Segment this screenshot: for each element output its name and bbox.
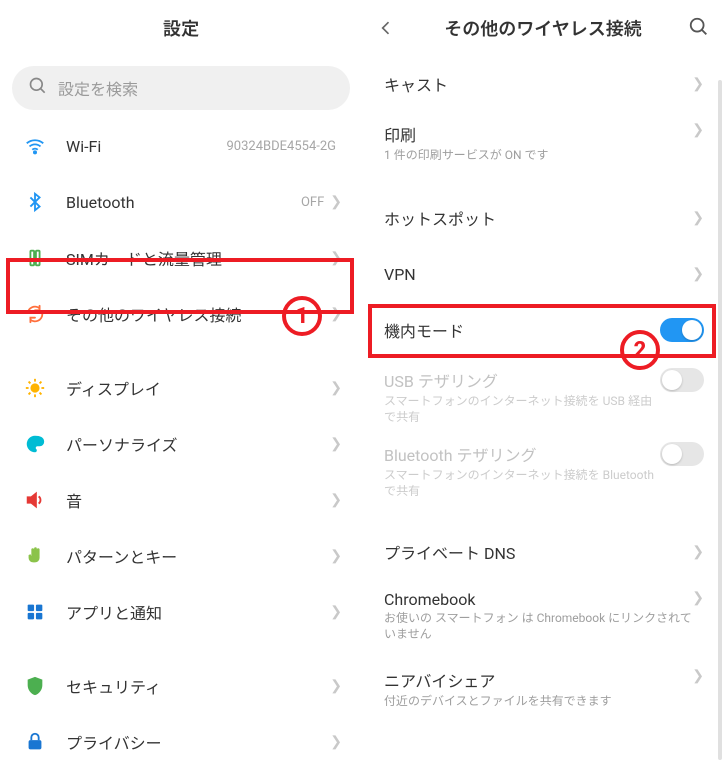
chevron-right-icon: ❯ bbox=[692, 210, 704, 226]
item-label: ニアバイシェア bbox=[384, 668, 692, 692]
item-label: Wi-Fi bbox=[66, 137, 226, 156]
item-label: セキュリティ bbox=[66, 674, 330, 698]
search-button[interactable] bbox=[688, 16, 710, 42]
section-gap bbox=[362, 172, 724, 190]
item-label: キャスト bbox=[384, 72, 692, 96]
bt-tethering-toggle bbox=[660, 442, 704, 466]
sound-icon bbox=[22, 487, 48, 513]
wifi-icon bbox=[22, 133, 48, 159]
item-printing[interactable]: 印刷 1 件の印刷サービスが ON です ❯ bbox=[362, 112, 724, 172]
item-label: Chromebook bbox=[384, 590, 692, 609]
palette-icon bbox=[22, 431, 48, 457]
header: 設定 bbox=[0, 0, 362, 56]
item-vpn[interactable]: VPN ❯ bbox=[362, 246, 724, 302]
item-airplane-mode[interactable]: 機内モード bbox=[362, 302, 724, 358]
item-value: OFF bbox=[301, 195, 324, 210]
chevron-right-icon: ❯ bbox=[692, 266, 704, 282]
settings-item-privacy[interactable]: プライバシー ❯ bbox=[0, 714, 362, 770]
settings-item-other-wireless[interactable]: その他のワイヤレス接続 ❯ bbox=[0, 286, 362, 342]
sync-icon bbox=[22, 301, 48, 327]
item-label: プライベート DNS bbox=[384, 540, 692, 564]
item-nearby-share[interactable]: ニアバイシェア 付近のデバイスとファイルを共有できます ❯ bbox=[362, 658, 724, 722]
item-subtitle: 1 件の印刷サービスが ON です bbox=[384, 148, 692, 164]
item-label: 機内モード bbox=[384, 318, 660, 342]
chevron-right-icon: ❯ bbox=[692, 590, 704, 606]
search-placeholder: 設定を検索 bbox=[58, 76, 138, 100]
header: その他のワイヤレス接続 bbox=[362, 0, 724, 56]
settings-item-pattern[interactable]: パターンとキー ❯ bbox=[0, 528, 362, 584]
sim-icon bbox=[22, 245, 48, 271]
chevron-right-icon: ❯ bbox=[330, 492, 342, 508]
settings-item-personalize[interactable]: パーソナライズ ❯ bbox=[0, 416, 362, 472]
bluetooth-icon bbox=[22, 189, 48, 215]
item-label: USB テザリング bbox=[384, 368, 660, 392]
item-subtitle: お使いの スマートフォン は Chromebook にリンクされていません bbox=[384, 611, 692, 642]
wireless-panel: その他のワイヤレス接続 キャスト ❯ 印刷 1 件の印刷サービスが ON です … bbox=[362, 0, 724, 780]
chevron-right-icon: ❯ bbox=[692, 122, 704, 138]
item-label: Bluetooth テザリング bbox=[384, 442, 660, 466]
item-label: パターンとキー bbox=[66, 544, 330, 568]
usb-tethering-toggle bbox=[660, 368, 704, 392]
search-input[interactable]: 設定を検索 bbox=[12, 66, 350, 110]
chevron-right-icon: ❯ bbox=[330, 194, 342, 210]
item-usb-tethering: USB テザリング スマートフォンのインターネット接続を USB 経由で共有 bbox=[362, 358, 724, 432]
shield-icon bbox=[22, 673, 48, 699]
page-title: 設定 bbox=[163, 15, 199, 41]
settings-item-apps[interactable]: アプリと通知 ❯ bbox=[0, 584, 362, 640]
section-gap bbox=[362, 506, 724, 524]
chevron-right-icon: ❯ bbox=[692, 76, 704, 92]
item-subtitle: 付近のデバイスとファイルを共有できます bbox=[384, 694, 692, 710]
chevron-right-icon: ❯ bbox=[330, 548, 342, 564]
scrollbar[interactable] bbox=[718, 80, 722, 760]
item-subtitle: スマートフォンのインターネット接続を USB 経由で共有 bbox=[384, 394, 660, 425]
sun-icon bbox=[22, 375, 48, 401]
search-icon bbox=[28, 76, 48, 100]
chevron-right-icon: ❯ bbox=[330, 678, 342, 694]
settings-item-security[interactable]: セキュリティ ❯ bbox=[0, 658, 362, 714]
page-title: その他のワイヤレス接続 bbox=[444, 15, 641, 41]
apps-icon bbox=[22, 599, 48, 625]
chevron-right-icon: ❯ bbox=[330, 306, 342, 322]
item-label: Bluetooth bbox=[66, 193, 301, 212]
item-label: VPN bbox=[384, 265, 692, 284]
settings-item-wifi[interactable]: Wi-Fi 90324BDE4554-2G bbox=[0, 118, 362, 174]
settings-item-display[interactable]: ディスプレイ ❯ bbox=[0, 360, 362, 416]
back-button[interactable] bbox=[376, 18, 396, 42]
chevron-right-icon: ❯ bbox=[330, 436, 342, 452]
item-bt-tethering: Bluetooth テザリング スマートフォンのインターネット接続を Bluet… bbox=[362, 432, 724, 506]
hand-icon bbox=[22, 543, 48, 569]
chevron-right-icon: ❯ bbox=[330, 734, 342, 750]
item-cast[interactable]: キャスト ❯ bbox=[362, 56, 724, 112]
section-gap bbox=[0, 342, 362, 360]
item-label: ホットスポット bbox=[384, 206, 692, 230]
settings-item-sound[interactable]: 音 ❯ bbox=[0, 472, 362, 528]
item-label: ディスプレイ bbox=[66, 376, 330, 400]
item-chromebook[interactable]: Chromebook お使いの スマートフォン は Chromebook にリン… bbox=[362, 580, 724, 658]
lock-icon bbox=[22, 729, 48, 755]
item-label: パーソナライズ bbox=[66, 432, 330, 456]
item-value: 90324BDE4554-2G bbox=[226, 139, 336, 154]
chevron-right-icon: ❯ bbox=[330, 604, 342, 620]
settings-panel: 設定 設定を検索 Wi-Fi 90324BDE4554-2G Bluetooth… bbox=[0, 0, 362, 780]
chevron-right-icon: ❯ bbox=[330, 380, 342, 396]
chevron-right-icon: ❯ bbox=[692, 668, 704, 684]
airplane-mode-toggle[interactable] bbox=[660, 318, 704, 342]
item-label: 音 bbox=[66, 488, 330, 512]
item-label: SIMカードと流量管理 bbox=[66, 246, 330, 270]
item-label: その他のワイヤレス接続 bbox=[66, 302, 330, 326]
item-label: プライバシー bbox=[66, 730, 330, 754]
item-subtitle: スマートフォンのインターネット接続を Bluetooth で共有 bbox=[384, 468, 660, 499]
section-gap bbox=[0, 640, 362, 658]
item-label: アプリと通知 bbox=[66, 600, 330, 624]
item-hotspot[interactable]: ホットスポット ❯ bbox=[362, 190, 724, 246]
settings-item-location[interactable]: 位置情報 ❯ bbox=[0, 770, 362, 780]
chevron-right-icon: ❯ bbox=[330, 250, 342, 266]
chevron-right-icon: ❯ bbox=[692, 544, 704, 560]
settings-item-sim[interactable]: SIMカードと流量管理 ❯ bbox=[0, 230, 362, 286]
item-label: 印刷 bbox=[384, 122, 692, 146]
settings-item-bluetooth[interactable]: Bluetooth OFF ❯ bbox=[0, 174, 362, 230]
item-private-dns[interactable]: プライベート DNS ❯ bbox=[362, 524, 724, 580]
